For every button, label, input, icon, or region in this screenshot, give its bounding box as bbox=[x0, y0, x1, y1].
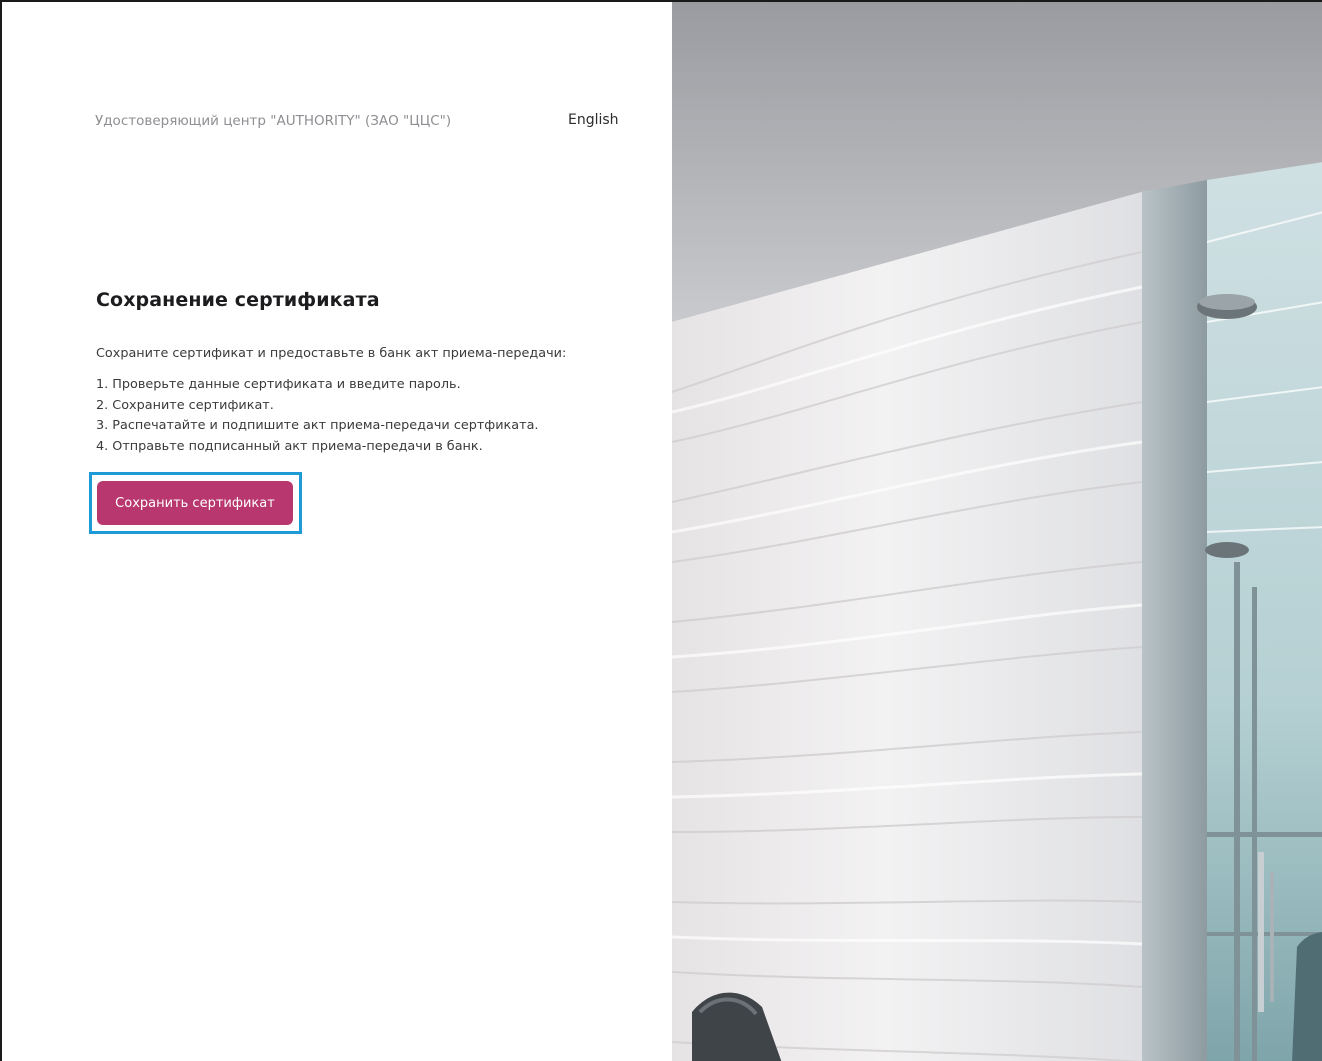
step-item: 4. Отправьте подписанный акт приема-пере… bbox=[96, 438, 483, 454]
step-item: 2. Сохраните сертификат. bbox=[96, 397, 274, 413]
intro-text: Сохраните сертификат и предоставьте в ба… bbox=[96, 346, 567, 361]
office-wall-photo bbox=[672, 2, 1322, 1061]
content-panel: Удостоверяющий центр "AUTHORITY" (ЗАО "Ц… bbox=[2, 2, 672, 1061]
steps-list: 1. Проверьте данные сертификата и введит… bbox=[96, 375, 539, 457]
save-certificate-button[interactable]: Сохранить сертификат bbox=[97, 481, 293, 525]
step-item: 1. Проверьте данные сертификата и введит… bbox=[96, 377, 461, 392]
step-item: 3. Распечатайте и подпишите акт приема-п… bbox=[96, 418, 539, 433]
language-switch-link[interactable]: English bbox=[568, 112, 619, 128]
page-title: Сохранение сертификата bbox=[96, 289, 380, 311]
app-window: Удостоверяющий центр "AUTHORITY" (ЗАО "Ц… bbox=[0, 0, 1322, 1061]
org-name: Удостоверяющий центр "AUTHORITY" (ЗАО "Ц… bbox=[95, 113, 452, 129]
